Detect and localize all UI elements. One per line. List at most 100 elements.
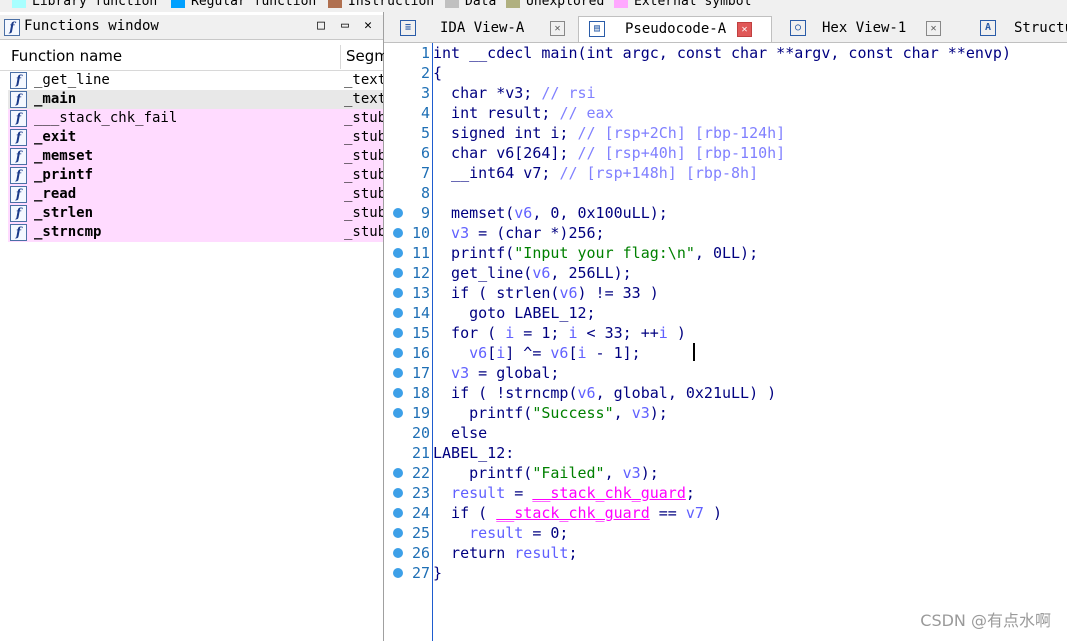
breakpoint-dot-icon[interactable] <box>393 388 403 398</box>
code-line[interactable]: 10 v3 = (char *)256; <box>384 223 1067 243</box>
legend-library-function: Library function <box>12 0 157 9</box>
line-number: 7 <box>420 164 430 182</box>
line-number: 19 <box>411 404 430 422</box>
code-line[interactable]: 25 result = 0; <box>384 523 1067 543</box>
function-row-strlen[interactable]: f _strlen _stubs <box>8 204 383 223</box>
code-line[interactable]: 4 int result; // eax <box>384 103 1067 123</box>
breakpoint-dot-icon[interactable] <box>393 248 403 258</box>
code-line[interactable]: 11 printf("Input your flag:\n", 0LL); <box>384 243 1067 263</box>
function-segment: _stubs <box>344 167 383 183</box>
code-line[interactable]: 23 result = __stack_chk_guard; <box>384 483 1067 503</box>
code-line[interactable]: 15 for ( i = 1; i < 33; ++i ) <box>384 323 1067 343</box>
close-tab-icon[interactable]: ✕ <box>737 22 752 37</box>
function-row-get-line[interactable]: f _get_line _text <box>8 71 383 90</box>
function-segment: _stubs <box>344 205 383 221</box>
code-text: goto LABEL_12; <box>433 304 596 322</box>
hex-icon: ○ <box>790 20 806 36</box>
code-text: memset(v6, 0, 0x100uLL); <box>433 204 668 222</box>
line-number: 11 <box>411 244 430 262</box>
breakpoint-dot-icon[interactable] <box>393 228 403 238</box>
code-line[interactable]: 24 if ( __stack_chk_guard == v7 ) <box>384 503 1067 523</box>
list-icon: ≡ <box>400 20 416 36</box>
close-tab-icon[interactable]: ✕ <box>550 21 565 36</box>
tab-structures[interactable]: A Structures <box>970 16 1067 42</box>
tab-pseudocode[interactable]: ▤ Pseudocode-A ✕ <box>578 16 772 42</box>
breakpoint-dot-icon[interactable] <box>393 548 403 558</box>
line-number: 12 <box>411 264 430 282</box>
code-text: get_line(v6, 256LL); <box>433 264 632 282</box>
line-number: 4 <box>420 104 430 122</box>
function-row-memset[interactable]: f _memset _stubs <box>8 147 383 166</box>
view-tabs: ≡ IDA View-A ✕ ▤ Pseudocode-A ✕ ○ Hex Vi… <box>384 12 1067 43</box>
line-number: 20 <box>411 424 430 442</box>
breakpoint-dot-icon[interactable] <box>393 288 403 298</box>
function-row-strncmp[interactable]: f _strncmp _stubs <box>8 223 383 242</box>
breakpoint-dot-icon[interactable] <box>393 328 403 338</box>
function-row-main[interactable]: f _main _text <box>8 90 383 109</box>
function-icon: f <box>10 72 27 89</box>
breakpoint-dot-icon[interactable] <box>393 528 403 538</box>
tab-label: IDA View-A <box>440 20 525 36</box>
function-name: _get_line <box>34 72 110 88</box>
code-line[interactable]: 20 else <box>384 423 1067 443</box>
close-tab-icon[interactable]: ✕ <box>926 21 941 36</box>
code-line[interactable]: 26 return result; <box>384 543 1067 563</box>
code-line[interactable]: 5 signed int i; // [rsp+2Ch] [rbp-124h] <box>384 123 1067 143</box>
code-line[interactable]: 19 printf("Success", v3); <box>384 403 1067 423</box>
code-line[interactable]: 22 printf("Failed", v3); <box>384 463 1067 483</box>
code-line[interactable]: 7 __int64 v7; // [rsp+148h] [rbp-8h] <box>384 163 1067 183</box>
code-line[interactable]: 13 if ( strlen(v6) != 33 ) <box>384 283 1067 303</box>
tab-hex-view[interactable]: ○ Hex View-1 ✕ <box>780 16 958 42</box>
column-separator[interactable] <box>340 45 341 69</box>
breakpoint-dot-icon[interactable] <box>393 468 403 478</box>
watermark: CSDN @有点水啊 <box>920 611 1051 630</box>
pseudocode-view[interactable]: 1 int __cdecl main(int argc, const char *… <box>384 43 1067 641</box>
code-line[interactable]: 18 if ( !strncmp(v6, global, 0x21uLL) ) <box>384 383 1067 403</box>
function-icon: f <box>4 19 20 36</box>
code-text: } <box>433 564 443 582</box>
code-line[interactable]: 9 memset(v6, 0, 0x100uLL); <box>384 203 1067 223</box>
column-function-name[interactable]: Function name <box>11 47 122 65</box>
code-line[interactable]: 8 <box>384 183 1067 203</box>
legend-data: Data <box>445 0 496 9</box>
breakpoint-dot-icon[interactable] <box>393 488 403 498</box>
function-row-printf[interactable]: f _printf _stubs <box>8 166 383 185</box>
function-name: _exit <box>34 129 77 145</box>
breakpoint-dot-icon[interactable] <box>393 308 403 318</box>
code-line[interactable]: 6 char v6[264]; // [rsp+40h] [rbp-110h] <box>384 143 1067 163</box>
code-text: else <box>433 424 488 442</box>
breakpoint-dot-icon[interactable] <box>393 408 403 418</box>
code-text: v6[i] ^= v6[i - 1]; <box>469 344 641 362</box>
code-line[interactable]: 1 int __cdecl main(int argc, const char *… <box>384 43 1067 63</box>
function-row-stack-chk-fail[interactable]: f ___stack_chk_fail _stubs <box>8 109 383 128</box>
legend-regular-function: Regular function <box>171 0 316 9</box>
breakpoint-dot-icon[interactable] <box>393 348 403 358</box>
tab-label: Structures <box>1014 20 1067 36</box>
breakpoint-dot-icon[interactable] <box>393 208 403 218</box>
breakpoint-dot-icon[interactable] <box>393 268 403 278</box>
breakpoint-dot-icon[interactable] <box>393 568 403 578</box>
function-row-read[interactable]: f _read _stubs <box>8 185 383 204</box>
code-line[interactable]: 27} <box>384 563 1067 583</box>
restore-icon[interactable]: ▭ <box>337 18 353 34</box>
function-row-exit[interactable]: f _exit _stubs <box>8 128 383 147</box>
line-number: 13 <box>411 284 430 302</box>
tab-ida-view[interactable]: ≡ IDA View-A ✕ <box>390 16 568 42</box>
code-line[interactable]: 3 char *v3; // rsi <box>384 83 1067 103</box>
line-number: 26 <box>411 544 430 562</box>
close-icon[interactable]: ✕ <box>360 18 376 34</box>
maximize-icon[interactable]: □ <box>313 18 329 34</box>
code-line[interactable]: 12 get_line(v6, 256LL); <box>384 263 1067 283</box>
function-icon: f <box>10 110 27 127</box>
code-line[interactable]: 2{ <box>384 63 1067 83</box>
functions-window-title: Functions window <box>24 18 159 34</box>
code-text: printf("Success", v3); <box>433 404 668 422</box>
code-line[interactable]: 14 goto LABEL_12; <box>384 303 1067 323</box>
breakpoint-dot-icon[interactable] <box>393 508 403 518</box>
code-line[interactable]: 17 v3 = global; <box>384 363 1067 383</box>
code-line[interactable]: 21 LABEL_12: <box>384 443 1067 463</box>
code-line[interactable]: 16 v6[i] ^= v6[i - 1]; <box>384 343 1067 363</box>
line-number: 21 <box>411 444 430 462</box>
breakpoint-dot-icon[interactable] <box>393 368 403 378</box>
column-segment[interactable]: Segm <box>346 47 389 65</box>
